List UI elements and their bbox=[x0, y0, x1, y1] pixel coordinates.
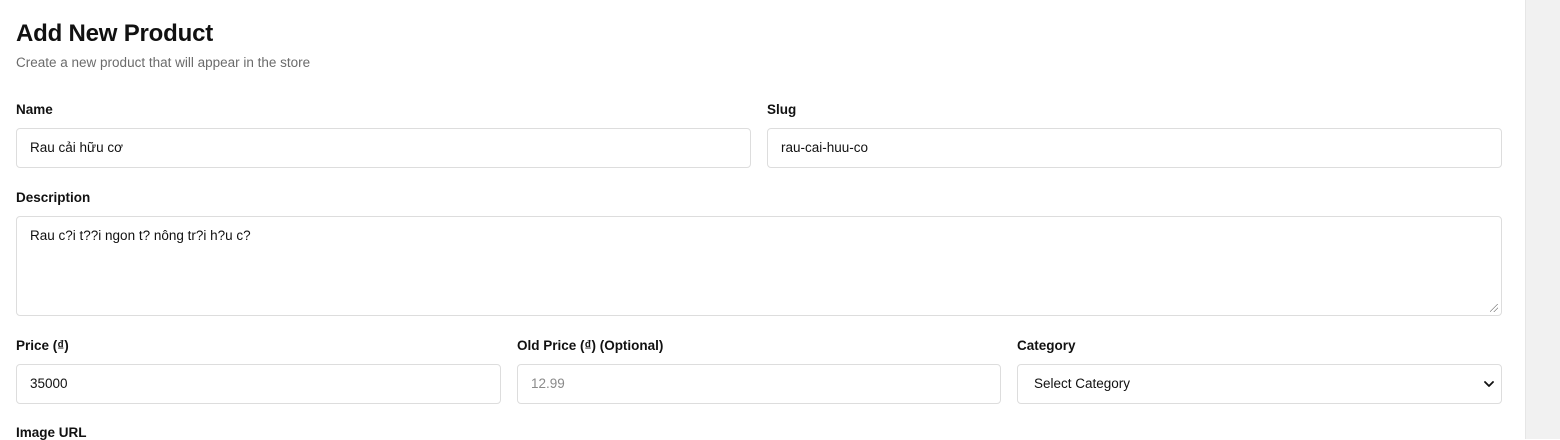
page-subtitle: Create a new product that will appear in… bbox=[16, 55, 311, 70]
page-title: Add New Product bbox=[16, 20, 214, 47]
name-label: Name bbox=[16, 102, 53, 117]
category-label: Category bbox=[1017, 338, 1076, 353]
description-textarea-value: Rau c?i t??i ngon t? nông tr?i h?u c? bbox=[30, 228, 251, 243]
old-price-placeholder: 12.99 bbox=[531, 376, 565, 391]
description-label: Description bbox=[16, 190, 91, 205]
image-url-label: Image URL bbox=[16, 425, 87, 440]
price-input-value: 35000 bbox=[30, 376, 68, 391]
name-input-value: Rau cải hữu cơ bbox=[30, 140, 123, 155]
old-price-label: Old Price (₫) (Optional) bbox=[517, 338, 664, 353]
page-scrollbar[interactable] bbox=[1525, 0, 1560, 439]
price-input[interactable]: 35000 bbox=[16, 364, 501, 404]
price-label: Price (₫) bbox=[16, 338, 69, 353]
category-select[interactable]: Select Category bbox=[1017, 364, 1502, 404]
description-textarea[interactable]: Rau c?i t??i ngon t? nông tr?i h?u c? bbox=[16, 216, 1502, 316]
old-price-input[interactable]: 12.99 bbox=[517, 364, 1001, 404]
slug-input-value: rau-cai-huu-co bbox=[781, 140, 869, 155]
slug-input[interactable]: rau-cai-huu-co bbox=[767, 128, 1502, 168]
resize-grip-icon[interactable] bbox=[1490, 304, 1498, 312]
chevron-down-icon bbox=[1484, 381, 1494, 387]
name-input[interactable]: Rau cải hữu cơ bbox=[16, 128, 751, 168]
slug-label: Slug bbox=[767, 102, 797, 117]
category-selected-value: Select Category bbox=[1034, 376, 1131, 391]
